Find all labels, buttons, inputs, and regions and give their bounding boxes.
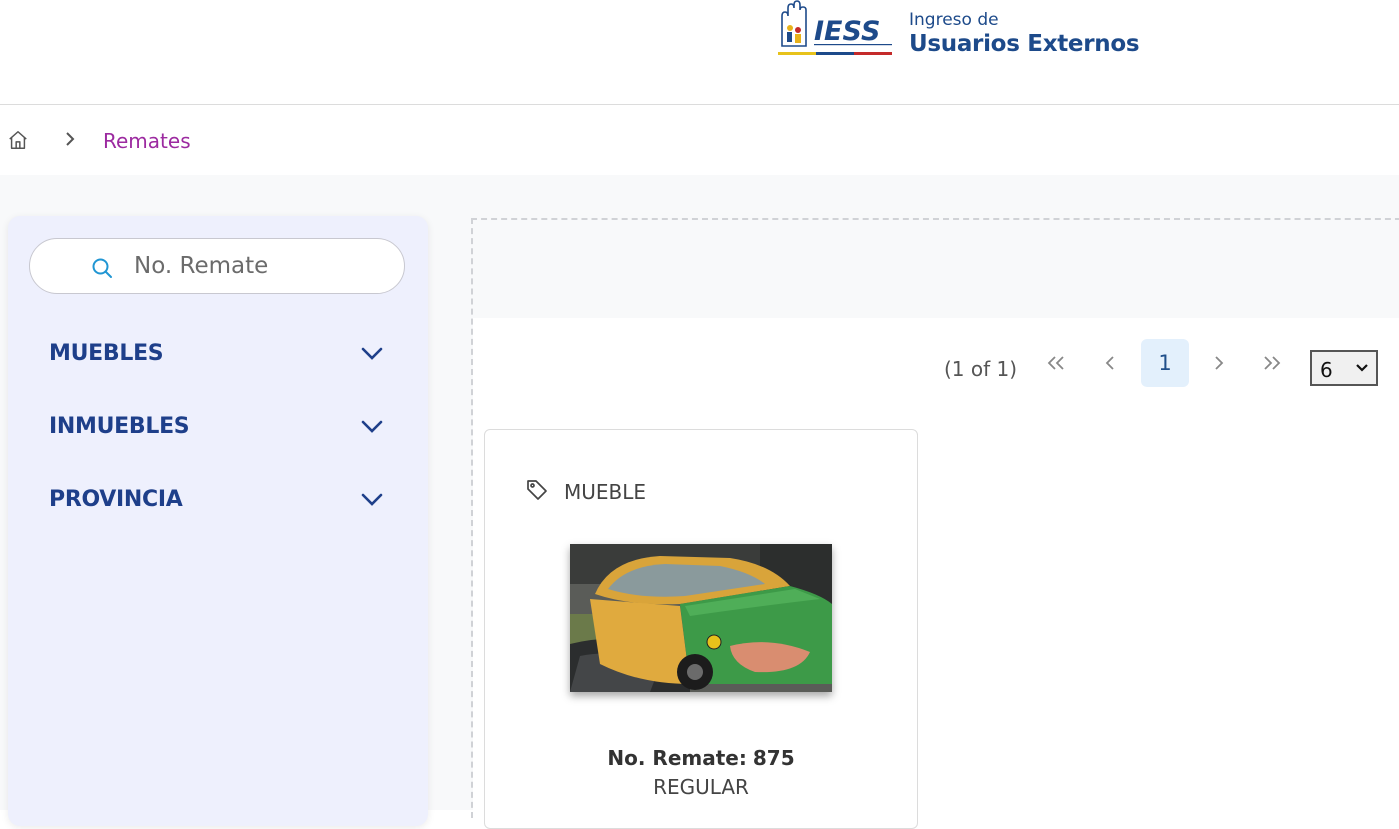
- search-icon: [92, 258, 112, 278]
- filter-label: PROVINCIA: [49, 487, 183, 512]
- first-page-icon: [1047, 356, 1064, 370]
- card-state: REGULAR: [653, 775, 749, 799]
- card-image[interactable]: [570, 544, 832, 692]
- last-page-button[interactable]: [1248, 339, 1296, 387]
- card-remate-number: No. Remate: 875: [485, 746, 917, 770]
- logo-subtitle: Ingreso de: [909, 10, 999, 30]
- page-button-current[interactable]: 1: [1141, 339, 1189, 387]
- filter-muebles[interactable]: MUEBLES: [49, 334, 389, 374]
- prev-page-icon: [1105, 356, 1114, 370]
- chevron-right-icon: [66, 132, 75, 146]
- tag-icon: [527, 480, 547, 500]
- remate-number: 875: [752, 746, 795, 770]
- first-page-button[interactable]: [1032, 339, 1080, 387]
- search-input[interactable]: [134, 249, 384, 283]
- results-header-strip: [473, 220, 1399, 318]
- iess-logo[interactable]: IESS Ingreso de Usuarios Externos: [776, 0, 1156, 60]
- filter-sidebar: MUEBLES INMUEBLES PROVINCIA: [8, 216, 428, 826]
- iess-logo-mark: IESS: [778, 0, 892, 55]
- filter-label: MUEBLES: [49, 341, 164, 366]
- car-photo: [570, 544, 832, 692]
- remate-card[interactable]: MUEBLE No. Remate: 875 REGULAR: [484, 429, 918, 829]
- chevron-down-icon: [1356, 364, 1368, 372]
- chevron-down-icon[interactable]: [361, 419, 383, 435]
- app-header: IESS Ingreso de Usuarios Externos: [0, 0, 1399, 105]
- page-report: (1 of 1): [944, 357, 1018, 381]
- filter-inmuebles[interactable]: INMUEBLES: [49, 407, 389, 447]
- rows-per-page-value: 6: [1320, 358, 1333, 382]
- breadcrumb-current[interactable]: Remates: [103, 129, 191, 153]
- chevron-down-icon[interactable]: [361, 492, 383, 508]
- remate-label: No. Remate:: [607, 746, 747, 770]
- card-category: MUEBLE: [564, 480, 647, 504]
- prev-page-button[interactable]: [1086, 339, 1134, 387]
- search-box: [29, 238, 405, 294]
- last-page-icon: [1264, 356, 1281, 370]
- chevron-down-icon[interactable]: [361, 346, 383, 362]
- next-page-button[interactable]: [1195, 339, 1243, 387]
- filter-provincia[interactable]: PROVINCIA: [49, 480, 389, 520]
- breadcrumb: Remates: [0, 105, 1399, 175]
- filter-label: INMUEBLES: [49, 414, 190, 439]
- logo-brand-text: IESS: [814, 16, 880, 47]
- next-page-icon: [1215, 356, 1224, 370]
- rows-per-page-select[interactable]: 6: [1310, 350, 1378, 386]
- content-area: MUEBLES INMUEBLES PROVINCIA (1 of 1): [0, 175, 1399, 829]
- logo-title: Usuarios Externos: [909, 31, 1140, 57]
- home-icon[interactable]: [7, 129, 29, 151]
